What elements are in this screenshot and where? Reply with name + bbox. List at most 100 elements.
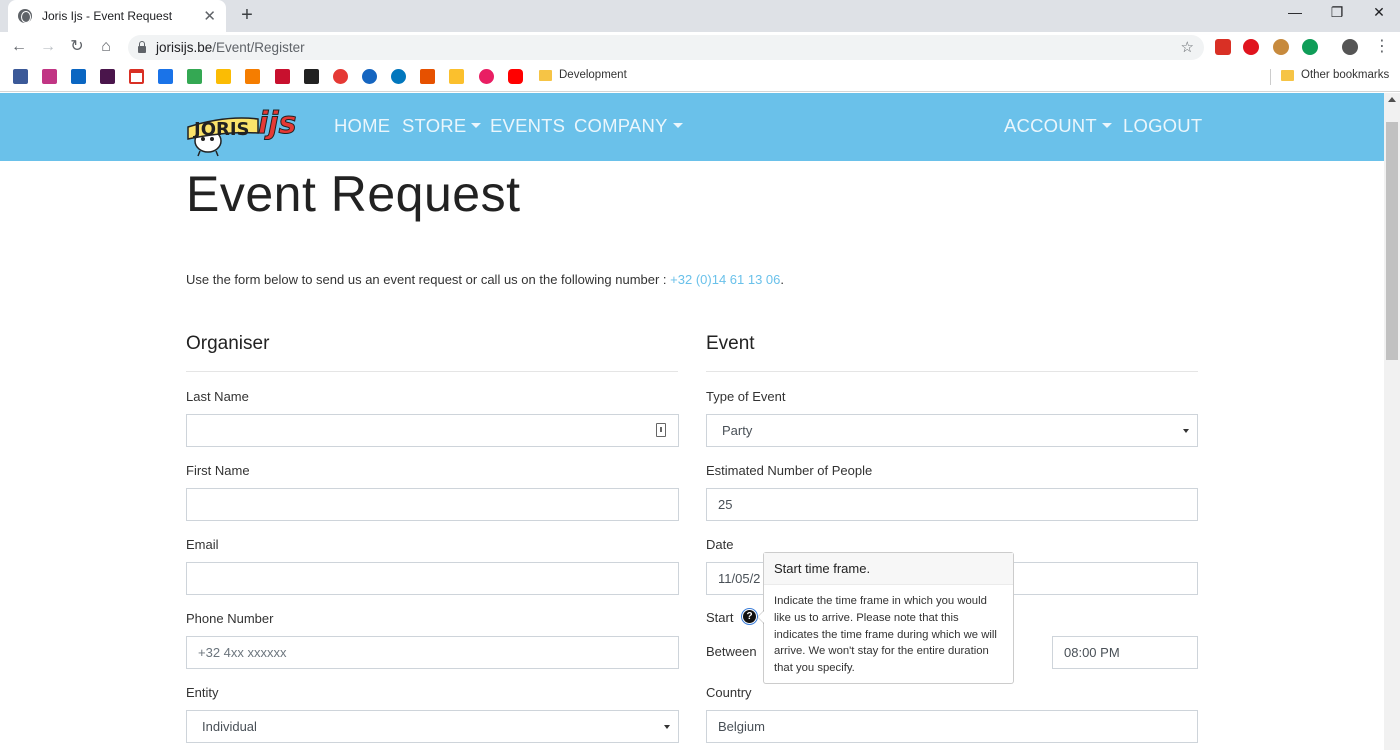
page-viewport: JORIS ijs HOME STORE EVENTS COMPANY ACCO… bbox=[0, 93, 1384, 750]
page-title: Event Request bbox=[186, 166, 521, 222]
linkedin-bookmark-icon[interactable] bbox=[71, 69, 86, 84]
email-field[interactable] bbox=[186, 562, 679, 595]
yellow-bookmark-icon[interactable] bbox=[449, 69, 464, 84]
end-time-field[interactable]: 08:00 PM bbox=[1052, 636, 1198, 669]
drive-bookmark-icon[interactable] bbox=[216, 69, 231, 84]
scrollbar-thumb[interactable] bbox=[1386, 122, 1398, 360]
popover-arrow bbox=[757, 610, 764, 624]
profile-avatar[interactable] bbox=[1342, 39, 1358, 55]
extension-calendar-icon[interactable] bbox=[1215, 39, 1231, 55]
first-name-field[interactable] bbox=[186, 488, 679, 521]
blogger-bookmark-icon[interactable] bbox=[245, 69, 260, 84]
scroll-up-arrow-icon[interactable] bbox=[1388, 97, 1396, 102]
runner-bookmark-icon[interactable] bbox=[333, 69, 348, 84]
popover-body: Indicate the time frame in which you wou… bbox=[774, 595, 997, 675]
page-scrollbar[interactable] bbox=[1384, 93, 1400, 750]
bookmarks-separator bbox=[1270, 69, 1271, 85]
intro-end: . bbox=[780, 272, 785, 287]
organiser-heading: Organiser bbox=[186, 333, 270, 354]
close-window-button[interactable]: ✕ bbox=[1356, 4, 1400, 21]
last-name-field[interactable] bbox=[186, 414, 679, 447]
forward-icon[interactable]: → bbox=[37, 36, 59, 58]
home-icon[interactable]: ⌂ bbox=[95, 36, 117, 58]
url-path: /Event/Register bbox=[212, 40, 305, 55]
maps-bookmark-icon[interactable] bbox=[187, 69, 202, 84]
tab-close-icon[interactable]: ✕ bbox=[203, 7, 216, 25]
bookmark-folder-other[interactable]: Other bookmarks bbox=[1301, 69, 1389, 81]
intro-sentence: Use the form below to send us an event r… bbox=[186, 272, 671, 287]
start-label: Start bbox=[706, 610, 734, 625]
caret-down-icon bbox=[672, 123, 683, 128]
lock-icon bbox=[138, 41, 146, 53]
browser-menu-icon[interactable]: ⋮ bbox=[1374, 36, 1390, 56]
extension-opera-icon[interactable] bbox=[1243, 39, 1259, 55]
nav-logout[interactable]: LOGOUT bbox=[1123, 115, 1202, 137]
nav-account[interactable]: ACCOUNT bbox=[1004, 115, 1112, 137]
event-divider bbox=[706, 371, 1198, 372]
ship-bookmark-icon[interactable] bbox=[362, 69, 377, 84]
entity-select[interactable]: Individual bbox=[186, 710, 679, 743]
event-heading: Event bbox=[706, 333, 755, 354]
country-field[interactable]: Belgium bbox=[706, 710, 1198, 743]
date-value: 11/05/2 bbox=[718, 571, 761, 586]
people-field[interactable]: 25 bbox=[706, 488, 1198, 521]
phone-label: Phone Number bbox=[186, 611, 274, 626]
minimize-button[interactable]: — bbox=[1272, 4, 1318, 20]
folder-icon bbox=[539, 70, 552, 81]
end-time-value: 08:00 PM bbox=[1064, 645, 1120, 660]
facebook-bookmark-icon[interactable] bbox=[13, 69, 28, 84]
back-icon[interactable]: ← bbox=[8, 36, 30, 58]
extension-cookie-icon[interactable] bbox=[1273, 39, 1289, 55]
joris-ijs-logo[interactable]: JORIS ijs bbox=[186, 99, 314, 157]
nav-account-label: ACCOUNT bbox=[1004, 115, 1097, 136]
event-type-label: Type of Event bbox=[706, 389, 786, 404]
entity-value: Individual bbox=[202, 719, 257, 734]
folder-icon bbox=[1281, 70, 1294, 81]
country-value: Belgium bbox=[718, 719, 765, 734]
extension-green-icon[interactable] bbox=[1302, 39, 1318, 55]
organiser-divider bbox=[186, 371, 678, 372]
between-label: Between bbox=[706, 644, 757, 659]
nav-home[interactable]: HOME bbox=[334, 115, 390, 137]
caret-down-icon bbox=[471, 123, 482, 128]
bookmark-star-icon[interactable]: ☆ bbox=[1181, 38, 1194, 56]
hln-bookmark-icon[interactable] bbox=[275, 69, 290, 84]
nav-company[interactable]: COMPANY bbox=[574, 115, 683, 137]
question-help-icon[interactable]: ? bbox=[741, 608, 758, 625]
slack-bookmark-icon[interactable] bbox=[100, 69, 115, 84]
email-label: Email bbox=[186, 537, 219, 552]
restore-button[interactable]: ❐ bbox=[1314, 4, 1360, 21]
circle-bookmark-icon[interactable] bbox=[391, 69, 406, 84]
dark-bookmark-icon[interactable] bbox=[304, 69, 319, 84]
site-navbar: JORIS ijs HOME STORE EVENTS COMPANY ACCO… bbox=[0, 93, 1384, 161]
phone-field[interactable]: +32 4xx xxxxxx bbox=[186, 636, 679, 669]
address-bar[interactable]: jorisijs.be/Event/Register ☆ bbox=[128, 35, 1204, 60]
svg-text:ijs: ijs bbox=[258, 106, 296, 141]
bird-bookmark-icon[interactable] bbox=[420, 69, 435, 84]
globe-icon bbox=[18, 9, 32, 23]
gmail-bookmark-icon[interactable] bbox=[129, 69, 144, 84]
instagram-bookmark-icon[interactable] bbox=[42, 69, 57, 84]
nav-store-label: STORE bbox=[402, 115, 467, 136]
url-host: jorisijs.be bbox=[156, 40, 213, 55]
logo-text: JORIS bbox=[192, 119, 250, 140]
nav-store[interactable]: STORE bbox=[402, 115, 482, 137]
contact-card-icon[interactable] bbox=[656, 423, 666, 437]
reload-icon[interactable]: ↻ bbox=[66, 36, 88, 58]
event-type-select[interactable]: Party bbox=[706, 414, 1198, 447]
date-label: Date bbox=[706, 537, 734, 552]
youtube-bookmark-icon[interactable] bbox=[508, 69, 523, 84]
bookmark-folder-development[interactable]: Development bbox=[559, 69, 627, 81]
nav-events[interactable]: EVENTS bbox=[490, 115, 565, 137]
phone-placeholder: +32 4xx xxxxxx bbox=[198, 645, 287, 660]
country-label: Country bbox=[706, 685, 752, 700]
phone-link[interactable]: +32 (0)14 61 13 06 bbox=[670, 272, 780, 287]
people-value: 25 bbox=[718, 497, 733, 512]
new-tab-button[interactable]: + bbox=[236, 5, 258, 25]
browser-tab-bar: Joris Ijs - Event Request ✕ + — ❐ ✕ bbox=[0, 0, 1400, 32]
calendar-bookmark-icon[interactable] bbox=[158, 69, 173, 84]
browser-toolbar: ← → ↻ ⌂ jorisijs.be/Event/Register ☆ ⋮ bbox=[0, 32, 1400, 62]
play-bookmark-icon[interactable] bbox=[479, 69, 494, 84]
entity-label: Entity bbox=[186, 685, 219, 700]
browser-tab[interactable]: Joris Ijs - Event Request ✕ bbox=[8, 0, 226, 32]
